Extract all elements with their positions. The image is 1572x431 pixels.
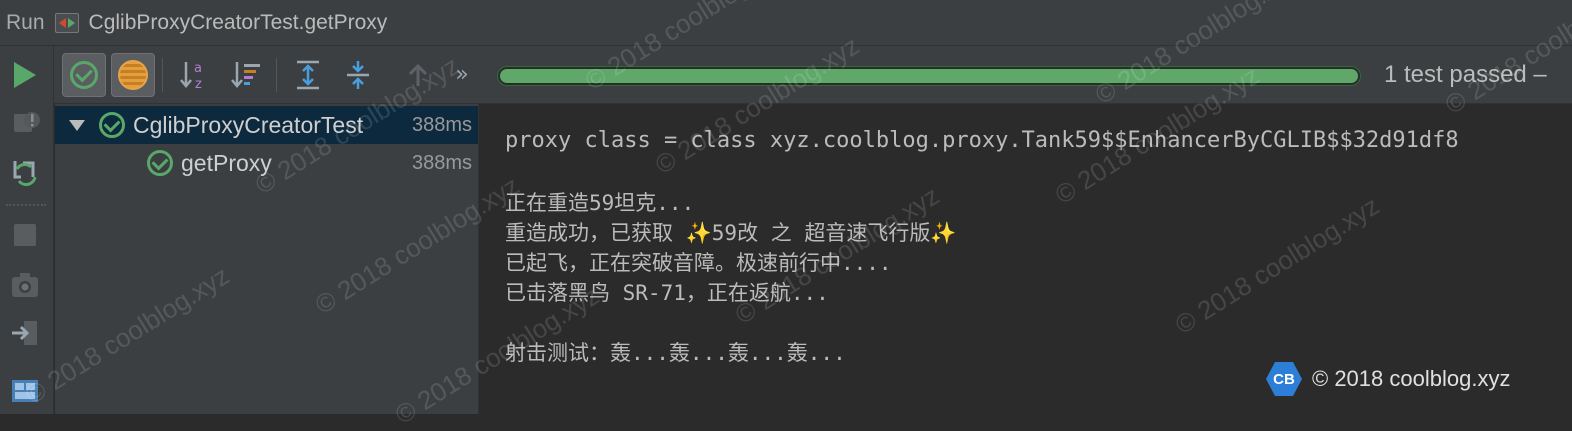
more[interactable]: » [440, 53, 484, 97]
test-class-name: CglibProxyCreatorTest [133, 111, 364, 138]
ignored-circle-icon [118, 60, 148, 90]
console-line: 重造成功，已获取 ✨59改 之 超音速飞行版✨ [505, 221, 957, 245]
sort-duration-icon [231, 62, 260, 88]
console-line: 已起飞，正在突破音障。极速前行中.... [505, 251, 892, 275]
console-line: 已击落黑鸟 SR-71，正在返航... [505, 281, 829, 305]
check-circle-icon [70, 61, 98, 89]
expand-all-icon [297, 60, 319, 90]
pause-icon[interactable] [8, 218, 42, 252]
show-ignored-toggle[interactable] [111, 53, 155, 97]
console-line: 正在重造59坦克... [505, 191, 695, 215]
exit-icon[interactable] [8, 316, 42, 350]
test-progress-fill [500, 69, 1358, 83]
passed-icon [99, 112, 125, 138]
rerun-failed-icon[interactable] [8, 154, 42, 188]
stop-icon[interactable] [8, 106, 42, 140]
sort-by-duration[interactable] [224, 53, 268, 97]
arrow-up-icon [408, 63, 428, 86]
toolbar-separator [276, 58, 277, 92]
tree-row-test-method[interactable]: getProxy 388ms [55, 144, 478, 182]
console-line: proxy class = class xyz.coolblog.proxy.T… [505, 128, 1459, 153]
sort-alpha-icon: az [180, 61, 202, 92]
run-config-name[interactable]: CglibProxyCreatorTest.getProxy [89, 11, 388, 35]
passed-icon [147, 150, 173, 176]
strip-separator [6, 204, 46, 206]
expand-all[interactable] [286, 53, 330, 97]
tree-row-test-class[interactable]: CglibProxyCreatorTest 388ms [55, 106, 478, 144]
collapse-all-icon [347, 61, 369, 89]
screenshot-icon[interactable] [8, 268, 42, 302]
run-actions-strip [0, 46, 54, 414]
svg-text:a: a [194, 61, 202, 76]
test-progress-bar [497, 66, 1361, 86]
rerun-icon[interactable] [8, 58, 42, 92]
toolbar-separator [162, 58, 163, 92]
cb-logo-icon: CB [1266, 362, 1302, 396]
show-passed-toggle[interactable] [62, 53, 106, 97]
test-method-name: getProxy [181, 149, 272, 176]
expand-arrow-icon[interactable] [69, 119, 85, 131]
run-config-icon [54, 12, 79, 33]
test-results-tree: CglibProxyCreatorTest 388ms getProxy 388… [55, 104, 479, 414]
watermark-badge: CB © 2018 coolblog.xyz [1266, 362, 1510, 396]
test-status-text: 1 test passed – [1384, 61, 1547, 88]
previous-failed[interactable] [396, 53, 440, 97]
run-tool-window-header: Run CglibProxyCreatorTest.getProxy [0, 0, 1572, 46]
badge-text: © 2018 coolblog.xyz [1312, 366, 1511, 391]
sort-alphabetically[interactable]: az [172, 53, 216, 97]
run-label: Run [6, 10, 45, 34]
test-method-duration: 388ms [411, 151, 472, 174]
double-chevron-icon: » [455, 62, 469, 87]
collapse-all[interactable] [336, 53, 380, 97]
test-class-duration: 388ms [411, 113, 472, 136]
svg-text:z: z [195, 77, 202, 92]
layout-icon[interactable] [8, 374, 42, 408]
